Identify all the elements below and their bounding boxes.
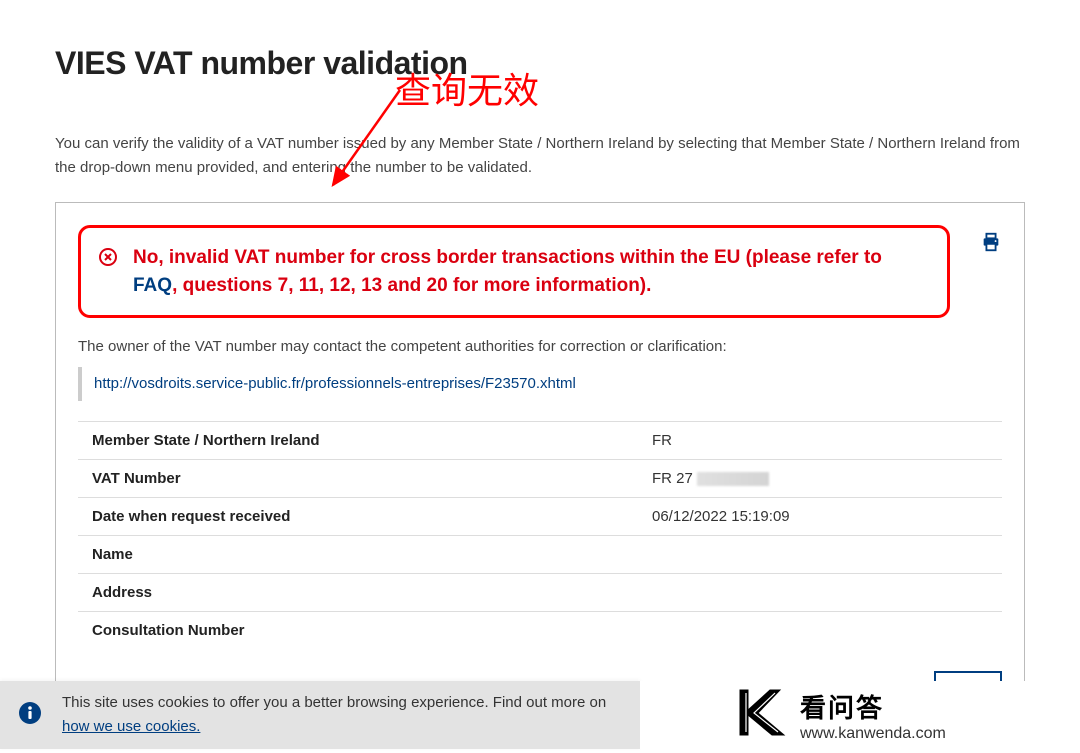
row-value-member-state: FR [652,432,672,449]
table-row: Date when request received 06/12/2022 15… [78,497,1002,535]
print-icon[interactable] [980,231,1002,258]
row-value-request-date: 06/12/2022 15:19:09 [652,508,790,525]
authority-link[interactable]: http://vosdroits.service-public.fr/profe… [94,375,576,392]
row-label-member-state: Member State / Northern Ireland [92,432,652,449]
table-row: Consultation Number [78,611,1002,649]
row-value-vat-number: FR 27 [652,470,769,487]
table-row: Address [78,573,1002,611]
brand-url: www.kanwenda.com [800,725,946,743]
intro-paragraph: You can verify the validity of a VAT num… [55,132,1025,180]
cookie-link[interactable]: how we use cookies. [62,718,200,735]
table-row: Name [78,535,1002,573]
result-panel: No, invalid VAT number for cross border … [55,202,1025,733]
error-icon [99,248,117,271]
owner-contact-text: The owner of the VAT number may contact … [78,338,1002,355]
info-icon [18,701,42,730]
result-table: Member State / Northern Ireland FR VAT N… [78,421,1002,649]
row-label-address: Address [92,584,652,601]
table-row: Member State / Northern Ireland FR [78,421,1002,459]
brand-watermark: 看问答 www.kanwenda.com [640,681,1080,749]
redacted-segment [697,472,769,486]
row-label-consultation: Consultation Number [92,622,652,639]
row-label-vat-number: VAT Number [92,470,652,487]
authority-link-box: http://vosdroits.service-public.fr/profe… [78,367,1002,401]
cookie-text: This site uses cookies to offer you a be… [62,691,622,739]
row-label-request-date: Date when request received [92,508,652,525]
faq-link[interactable]: FAQ [133,275,172,296]
table-row: VAT Number FR 27 [78,459,1002,497]
brand-name-cn: 看问答 [800,688,946,725]
page-title: VIES VAT number validation [55,45,1025,82]
error-text-suffix: , questions 7, 11, 12, 13 and 20 for mor… [172,275,651,296]
row-label-name: Name [92,546,652,563]
cookie-banner: This site uses cookies to offer you a be… [0,681,640,749]
error-alert: No, invalid VAT number for cross border … [78,225,950,318]
error-text-prefix: No, invalid VAT number for cross border … [133,247,882,268]
error-message: No, invalid VAT number for cross border … [133,244,929,299]
brand-logo-icon [730,685,790,746]
